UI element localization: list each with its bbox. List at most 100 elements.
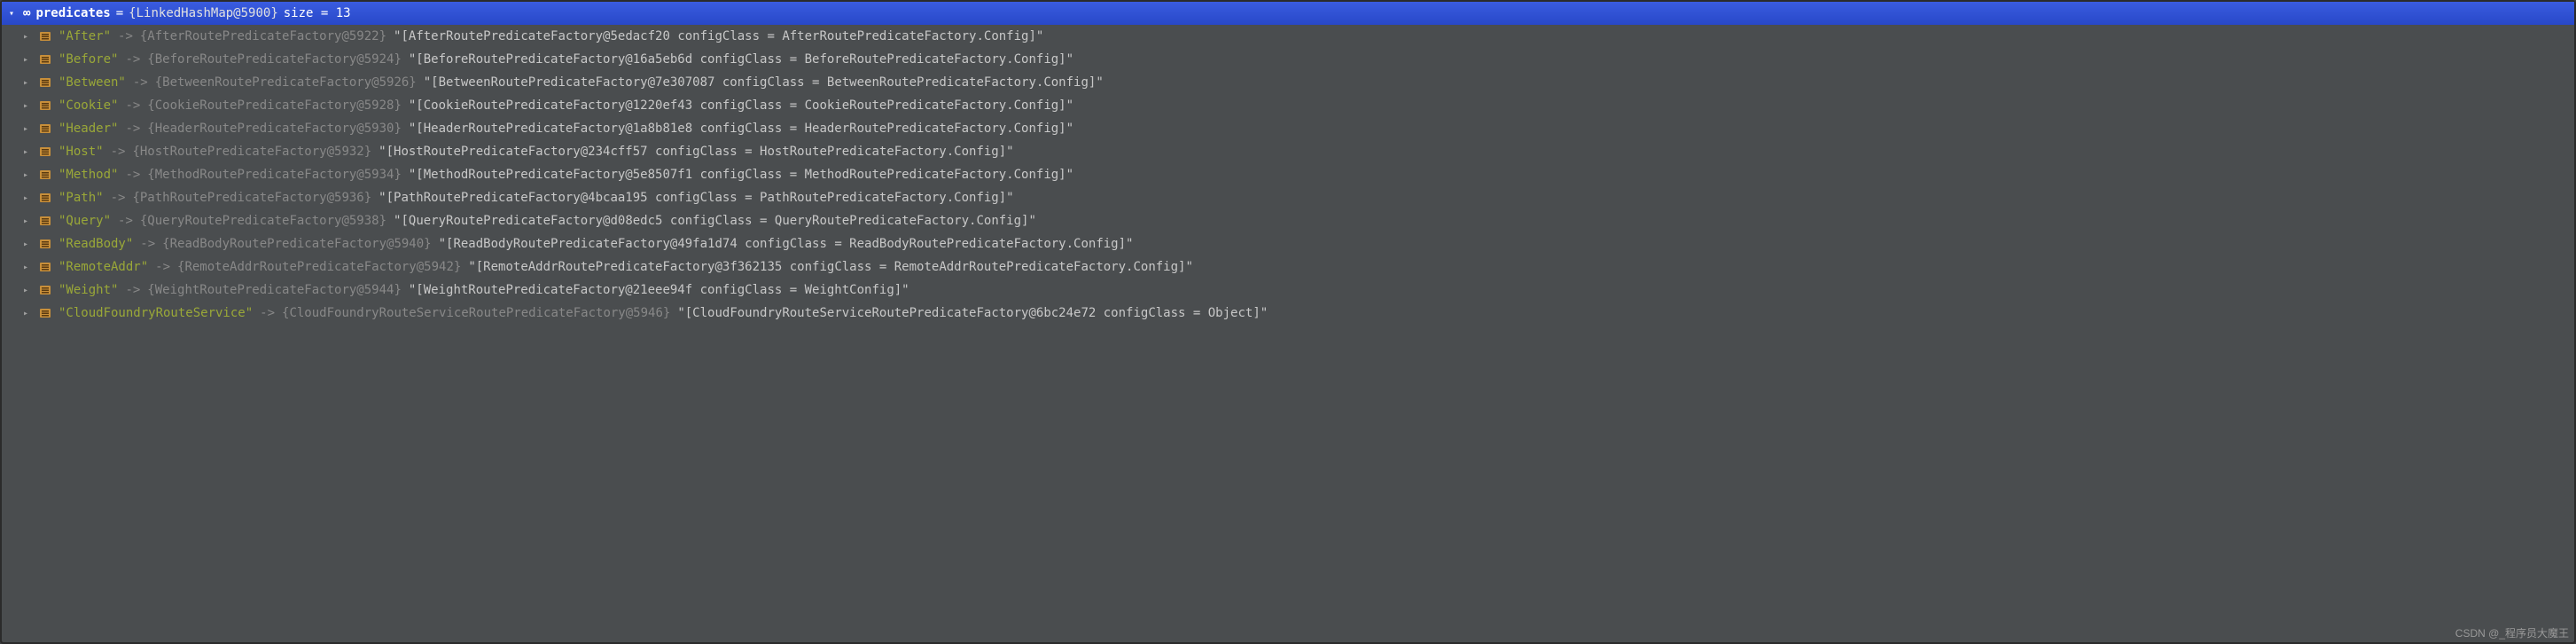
entry-value-ref: {QueryRoutePredicateFactory@5938} [140,214,386,228]
arrow-separator: -> [125,122,140,136]
entry-value-string: "[QueryRoutePredicateFactory@d08edc5 con… [394,214,1036,228]
chevron-down-icon[interactable]: ▾ [9,9,18,19]
arrow-separator: -> [111,191,126,205]
entry-key: "After" [59,29,111,43]
map-entry-row[interactable]: ▸ "Weight" -> {WeightRoutePredicateFactory@… [2,279,2574,302]
chevron-right-icon[interactable]: ▸ [23,78,32,88]
arrow-separator: -> [260,306,275,320]
chevron-right-icon[interactable]: ▸ [23,32,32,42]
map-entry-icon [39,169,51,181]
map-entry-icon [39,145,51,158]
entry-value-ref: {WeightRoutePredicateFactory@5944} [147,283,402,297]
arrow-separator: -> [125,98,140,113]
map-entry-icon [39,76,51,89]
map-entry-row[interactable]: ▸ "Header" -> {HeaderRoutePredicateFactory@… [2,117,2574,140]
chevron-right-icon[interactable]: ▸ [23,309,32,318]
map-entry-row[interactable]: ▸ "CloudFoundryRouteService" -> {CloudFound… [2,302,2574,325]
entries-list: ▸ "After" -> {AfterRoutePredicateFactory@59… [2,25,2574,325]
entry-value-ref: {CloudFoundryRouteServiceRoutePredicateF… [282,306,670,320]
arrow-separator: -> [140,237,155,251]
entry-value-string: "[MethodRoutePredicateFactory@5e8507f1 c… [409,168,1073,182]
entry-key: "ReadBody" [59,237,133,251]
arrow-separator: -> [118,29,133,43]
entry-value-string: "[HostRoutePredicateFactory@234cff57 con… [379,145,1013,159]
entry-value-string: "[RemoteAddrRoutePredicateFactory@3f3621… [468,260,1193,274]
entry-value-ref: {BetweenRoutePredicateFactory@5926} [155,75,417,90]
entry-value-ref: {CookieRoutePredicateFactory@5928} [147,98,402,113]
chevron-right-icon[interactable]: ▸ [23,124,32,134]
chevron-right-icon[interactable]: ▸ [23,216,32,226]
entry-key: "Host" [59,145,104,159]
map-entry-icon [39,122,51,135]
collection-size: size = 13 [284,6,351,20]
entry-value-string: "[CookieRoutePredicateFactory@1220ef43 c… [409,98,1073,113]
entry-key: "RemoteAddr" [59,260,148,274]
arrow-separator: -> [125,168,140,182]
map-entry-row[interactable]: ▸ "Path" -> {PathRoutePredicateFactory@5936… [2,186,2574,209]
entry-value-ref: {AfterRoutePredicateFactory@5922} [140,29,386,43]
map-entry-row[interactable]: ▸ "Method" -> {MethodRoutePredicateFactory@… [2,163,2574,186]
entry-key: "Cookie" [59,98,118,113]
map-entry-icon [39,261,51,273]
watermark: CSDN @_程序员大魔王 [2455,625,2569,640]
chevron-right-icon[interactable]: ▸ [23,55,32,65]
entry-value-ref: {HeaderRoutePredicateFactory@5930} [147,122,402,136]
entry-value-string: "[BeforeRoutePredicateFactory@16a5eb6d c… [409,52,1073,67]
entry-value-ref: {PathRoutePredicateFactory@5936} [132,191,371,205]
entry-value-string: "[AfterRoutePredicateFactory@5edacf20 co… [394,29,1043,43]
entry-value-ref: {RemoteAddrRoutePredicateFactory@5942} [177,260,461,274]
map-entry-icon [39,99,51,112]
entry-value-string: "[PathRoutePredicateFactory@4bcaa195 con… [379,191,1013,205]
variable-header-row[interactable]: ▾ ∞ predicates = {LinkedHashMap@5900} si… [2,2,2574,25]
entry-key: "Query" [59,214,111,228]
entry-value-string: "[WeightRoutePredicateFactory@21eee94f c… [409,283,909,297]
equals-sign: = [116,6,123,20]
map-entry-row[interactable]: ▸ "ReadBody" -> {ReadBodyRoutePredicateFact… [2,232,2574,255]
chevron-right-icon[interactable]: ▸ [23,240,32,249]
map-entry-icon [39,53,51,66]
map-entry-row[interactable]: ▸ "Host" -> {HostRoutePredicateFactory@5932… [2,140,2574,163]
map-entry-row[interactable]: ▸ "RemoteAddr" -> {RemoteAddrRoutePredicate… [2,255,2574,279]
entry-key: "Weight" [59,283,118,297]
map-entry-icon [39,192,51,204]
entry-key: "Before" [59,52,118,67]
entry-value-string: "[HeaderRoutePredicateFactory@1a8b81e8 c… [409,122,1073,136]
entry-value-string: "[ReadBodyRoutePredicateFactory@49fa1d74… [439,237,1134,251]
entry-value-ref: {HostRoutePredicateFactory@5932} [132,145,371,159]
map-entry-row[interactable]: ▸ "Query" -> {QueryRoutePredicateFactory@59… [2,209,2574,232]
entry-key: "CloudFoundryRouteService" [59,306,253,320]
arrow-separator: -> [155,260,170,274]
entry-value-string: "[CloudFoundryRouteServiceRoutePredicate… [677,306,1268,320]
map-entry-icon [39,307,51,319]
debug-variables-panel: ▾ ∞ predicates = {LinkedHashMap@5900} si… [0,0,2576,644]
entry-key: "Between" [59,75,126,90]
arrow-separator: -> [133,75,148,90]
entry-value-string: "[BetweenRoutePredicateFactory@7e307087 … [424,75,1104,90]
chevron-right-icon[interactable]: ▸ [23,147,32,157]
variable-name: predicates [35,6,110,20]
map-entry-row[interactable]: ▸"Before"->{BeforeRoutePredicateFactory@… [2,48,2574,71]
entry-key: "Header" [59,122,118,136]
map-entry-icon [39,284,51,296]
entry-key: "Method" [59,168,118,182]
chevron-right-icon[interactable]: ▸ [23,263,32,272]
chevron-right-icon[interactable]: ▸ [23,101,32,111]
entry-key: "Path" [59,191,104,205]
map-entry-icon [39,215,51,227]
infinity-icon: ∞ [23,6,30,20]
map-entry-icon [39,238,51,250]
chevron-right-icon[interactable]: ▸ [23,170,32,180]
arrow-separator: -> [118,214,133,228]
arrow-separator: -> [125,283,140,297]
arrow-separator: -> [111,145,126,159]
map-entry-icon [39,30,51,43]
map-entry-row[interactable]: ▸ "Cookie" -> {CookieRoutePredicateFactory@… [2,94,2574,117]
entry-value-ref: {MethodRoutePredicateFactory@5934} [147,168,402,182]
object-reference: {LinkedHashMap@5900} [129,6,278,20]
chevron-right-icon[interactable]: ▸ [23,286,32,295]
entry-value-ref: {BeforeRoutePredicateFactory@5924} [147,52,402,67]
map-entry-row[interactable]: ▸ "After" -> {AfterRoutePredicateFactory@59… [2,25,2574,48]
map-entry-row[interactable]: ▸ "Between" -> {BetweenRoutePredicateFactor… [2,71,2574,94]
entry-value-ref: {ReadBodyRoutePredicateFactory@5940} [162,237,431,251]
chevron-right-icon[interactable]: ▸ [23,193,32,203]
